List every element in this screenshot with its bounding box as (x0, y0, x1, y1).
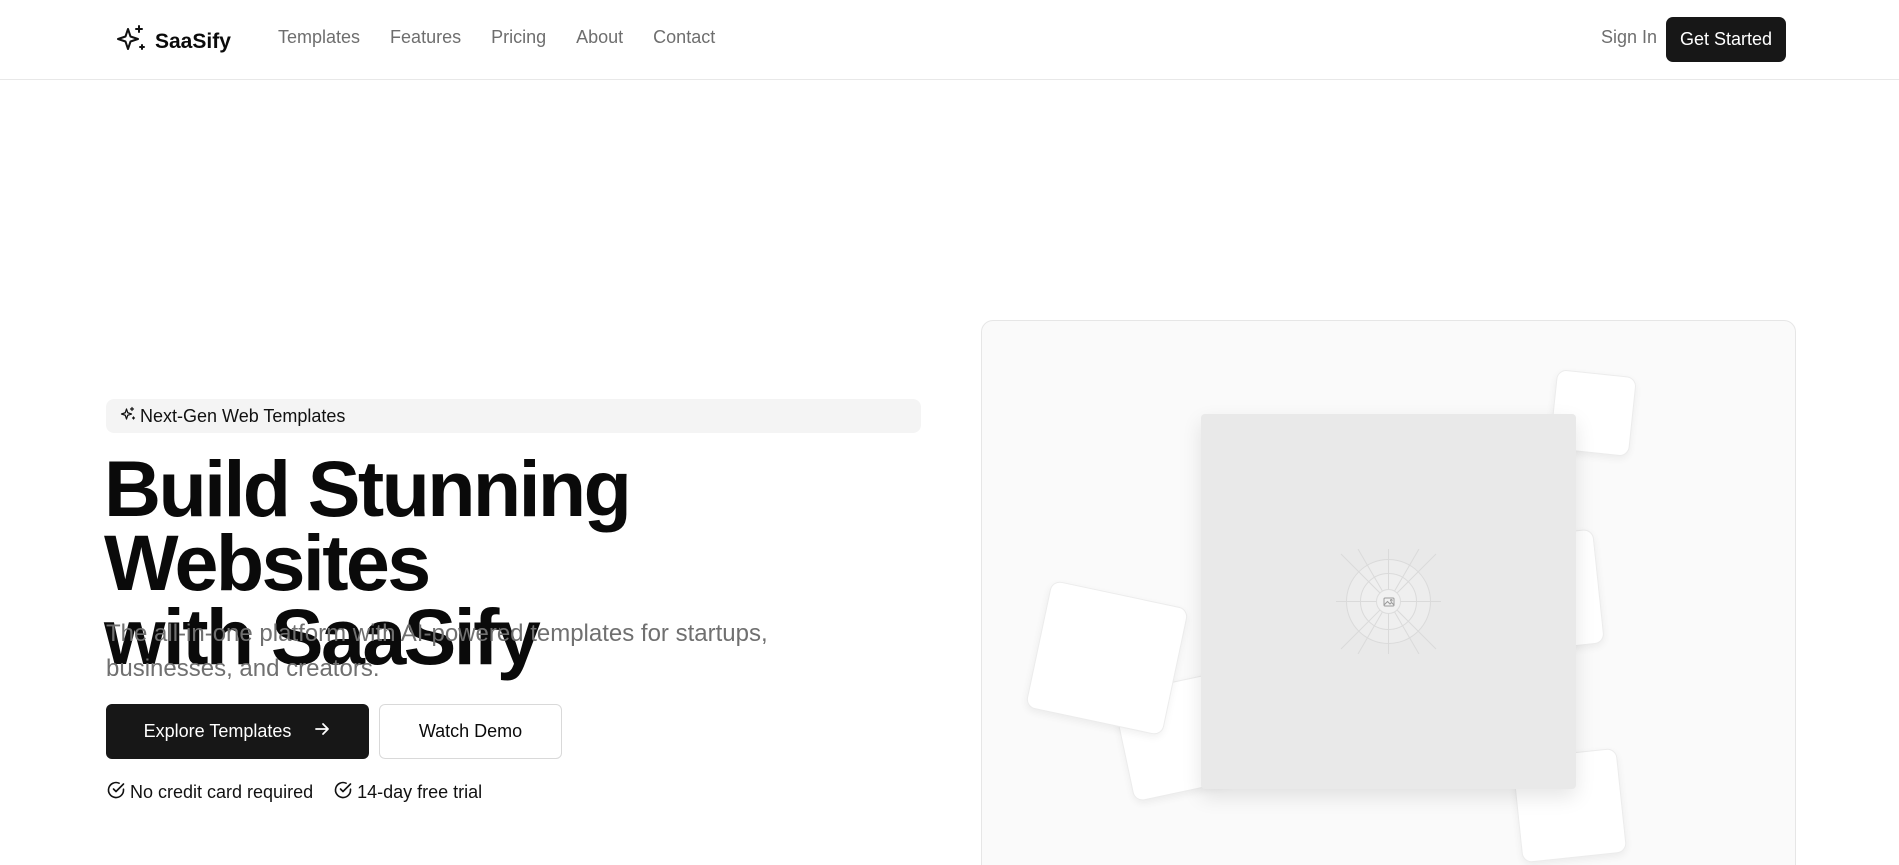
brand-name: SaaSify (155, 29, 231, 53)
hero-title-line1: Build Stunning Websites (104, 444, 632, 607)
check-circle-icon (106, 780, 126, 805)
explore-templates-label: Explore Templates (143, 721, 292, 741)
main-nav: Templates Features Pricing About Contact (278, 27, 715, 48)
check-label: 14-day free trial (357, 782, 483, 802)
sign-in-link[interactable]: Sign In (1601, 27, 1657, 48)
check-circle-icon (333, 780, 353, 805)
arrow-right-icon (313, 720, 331, 743)
explore-templates-button[interactable]: Explore Templates (106, 704, 369, 759)
check-item: No credit card required (106, 780, 313, 805)
nav-item-features[interactable]: Features (390, 27, 461, 48)
hero-subtitle: The all-in-one platform with AI-powered … (106, 620, 768, 682)
floating-card (1025, 579, 1189, 737)
hero-badge-label: Next-Gen Web Templates (140, 405, 346, 426)
sparkles-icon (115, 23, 147, 60)
nav-item-contact[interactable]: Contact (653, 27, 715, 48)
nav-item-pricing[interactable]: Pricing (491, 27, 546, 48)
get-started-button[interactable]: Get Started (1666, 17, 1786, 62)
watch-demo-button[interactable]: Watch Demo (379, 704, 562, 759)
nav-item-about[interactable]: About (576, 27, 623, 48)
hero-illustration (981, 320, 1796, 865)
check-item: 14-day free trial (333, 780, 482, 805)
nav-item-templates[interactable]: Templates (278, 27, 360, 48)
template-preview-card (1201, 414, 1576, 789)
hero-checks: No credit card required 14-day free tria… (106, 780, 482, 805)
image-icon (1376, 589, 1401, 614)
check-label: No credit card required (130, 782, 314, 802)
brand[interactable]: SaaSify (115, 23, 231, 60)
hero-badge: Next-Gen Web Templates (106, 399, 921, 433)
site-header: SaaSify Templates Features Pricing About… (0, 0, 1899, 80)
sparkles-icon (120, 406, 136, 427)
